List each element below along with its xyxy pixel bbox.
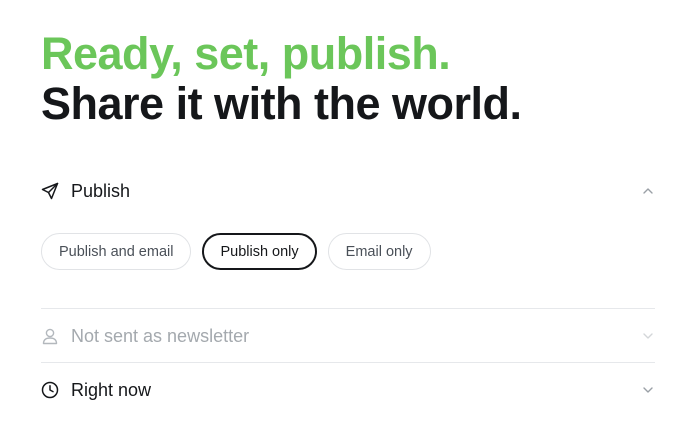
headline: Ready, set, publish. Share it with the w… — [41, 29, 522, 129]
publish-section-label: Publish — [71, 180, 131, 201]
schedule-section-label: Right now — [71, 379, 152, 400]
clock-icon — [41, 381, 59, 399]
email-only-option[interactable]: Email only — [327, 233, 431, 270]
publish-flow-panel: Ready, set, publish. Share it with the w… — [41, 0, 655, 443]
publish-section-toggle[interactable]: Publish — [41, 164, 655, 218]
chevron-down-icon — [641, 383, 655, 397]
headline-main: Share it with the world. — [41, 78, 522, 129]
schedule-section-toggle[interactable]: Right now — [41, 363, 655, 417]
publish-and-email-option[interactable]: Publish and email — [41, 233, 192, 270]
newsletter-section-label: Not sent as newsletter — [71, 325, 250, 346]
paper-plane-icon — [41, 182, 59, 200]
publish-options: Publish and email Publish only Email onl… — [41, 233, 431, 270]
headline-accent: Ready, set, publish. — [41, 28, 451, 79]
chevron-down-icon — [641, 329, 655, 343]
newsletter-section-toggle[interactable]: Not sent as newsletter — [41, 309, 655, 363]
publish-only-option[interactable]: Publish only — [202, 233, 317, 270]
user-icon — [41, 327, 59, 345]
chevron-up-icon — [641, 184, 655, 198]
